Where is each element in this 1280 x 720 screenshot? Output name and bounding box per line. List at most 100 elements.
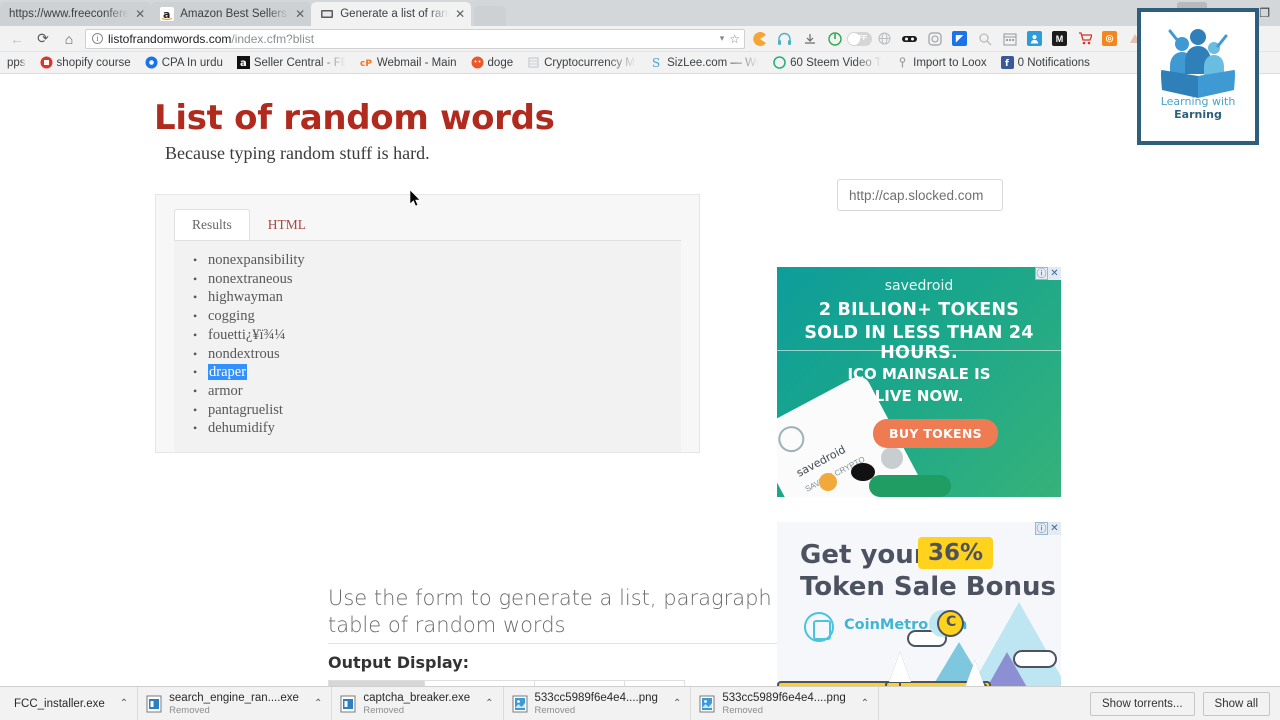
orange-ext-icon[interactable]: ◎: [1097, 28, 1122, 50]
cap-url-field[interactable]: http://cap.slocked.com: [837, 179, 1003, 211]
chevron-up-icon[interactable]: ⌃: [673, 698, 681, 709]
download-item[interactable]: search_engine_ran....exe Removed ⌃: [138, 686, 333, 720]
search-ext-icon[interactable]: [972, 28, 997, 50]
show-all-button[interactable]: Show all: [1202, 691, 1270, 716]
pacman-ext-icon[interactable]: [747, 28, 772, 50]
cpanel-icon: cP: [360, 56, 373, 69]
home-icon[interactable]: ⌂: [56, 28, 82, 50]
loox-icon: [896, 56, 909, 69]
tab-results[interactable]: Results: [174, 209, 250, 240]
bookmarks-bar: pps shopify course CPA In urdu a Seller …: [0, 52, 1280, 74]
tab-freeconference[interactable]: https://www.freeconfere ✕: [0, 2, 152, 26]
ad-coinmetro[interactable]: ⓘ ✕ ∿∿∿ Get your 36% T: [777, 522, 1061, 686]
close-icon[interactable]: ✕: [455, 8, 465, 20]
ad-info-icon[interactable]: ⓘ: [1035, 267, 1048, 280]
lwe-caption: Learning with Earning: [1141, 95, 1255, 121]
download-item[interactable]: 533cc5989f6e4e4....png Removed ⌃: [691, 686, 880, 720]
ad-brand: savedroid: [884, 278, 954, 294]
toggle-off-switch[interactable]: OFF: [847, 28, 872, 50]
chevron-up-icon[interactable]: ⌃: [485, 698, 493, 709]
tab-title: Generate a list of random: [340, 8, 449, 20]
results-tabs: Results HTML: [156, 195, 699, 240]
close-icon[interactable]: ✕: [295, 8, 305, 20]
headphones-ext-icon[interactable]: [772, 28, 797, 50]
bookmark-apps[interactable]: pps: [0, 53, 33, 73]
download-item[interactable]: captcha_breaker.exe Removed ⌃: [332, 686, 504, 720]
calendar-ext-icon[interactable]: [997, 28, 1022, 50]
download-text: 533cc5989f6e4e4....png Removed: [722, 692, 845, 716]
bookmark-star-icon[interactable]: ☆: [729, 32, 740, 46]
bookmark-sizlee[interactable]: S SizLee.com — Websit: [643, 53, 766, 73]
new-tab-button[interactable]: [474, 6, 507, 26]
bookmark-label: pps: [7, 56, 26, 69]
list-item[interactable]: nondextrous: [193, 345, 681, 364]
chevron-up-icon[interactable]: ⌃: [861, 698, 869, 709]
download-text: FCC_installer.exe: [14, 698, 105, 710]
close-icon[interactable]: ✕: [135, 8, 145, 20]
show-torrents-button[interactable]: Show torrents...: [1089, 691, 1195, 716]
ad-chip-yellow: [819, 473, 837, 491]
ad-close-icon[interactable]: ✕: [1048, 267, 1061, 280]
list-item[interactable]: pantagruelist: [193, 401, 681, 420]
bookmark-shopify-course[interactable]: shopify course: [33, 53, 138, 73]
browser-toolbar: ← ⟳ ⌂ i listofrandomwords.com/index.cfm?…: [0, 26, 1280, 52]
goggles-ext-icon[interactable]: [897, 28, 922, 50]
cart-ext-icon[interactable]: [1072, 28, 1097, 50]
globe-ext-icon[interactable]: [872, 28, 897, 50]
url-text: listofrandomwords.com/index.cfm?blist: [108, 32, 715, 46]
bookmark-cryptocurrency-market[interactable]: Cryptocurrency Mark: [520, 53, 643, 73]
back-icon[interactable]: ←: [4, 28, 30, 50]
tab-html[interactable]: HTML: [250, 209, 324, 240]
list-item[interactable]: nonexpansibility: [193, 251, 681, 270]
bookmark-doge[interactable]: doge: [464, 53, 521, 73]
ad-close-icon[interactable]: ✕: [1048, 522, 1061, 535]
gmail-ext-icon[interactable]: M: [1047, 28, 1072, 50]
chevron-up-icon[interactable]: ⌃: [314, 698, 322, 709]
list-item-selected[interactable]: draper: [193, 363, 681, 382]
shopify-icon: [40, 56, 53, 69]
bookmark-cpa-in-urdu[interactable]: CPA In urdu: [138, 53, 230, 73]
download-item[interactable]: 533cc5989f6e4e4....png Removed ⌃: [504, 686, 692, 720]
ad-savedroid[interactable]: ⓘ ✕ savedroid SAVE IN CRYPTO savedroid 2…: [777, 267, 1061, 497]
bookmark-import-to-loox[interactable]: Import to Loox: [889, 53, 994, 73]
contact-ext-icon[interactable]: [1022, 28, 1047, 50]
ad2-headline-1: Get your: [800, 540, 927, 570]
site-info-icon[interactable]: i: [92, 33, 103, 44]
list-item[interactable]: armor: [193, 382, 681, 401]
tab-amazon[interactable]: a Amazon Best Sellers: Be ✕: [151, 2, 312, 26]
bookmark-steem-tutorials[interactable]: 60 Steem Video Tutor: [766, 53, 889, 73]
blue-square-ext-icon[interactable]: ◤: [947, 28, 972, 50]
listofrandomwords-icon: [320, 7, 334, 21]
cloud-2: [1013, 650, 1057, 668]
mouse-cursor: [409, 189, 422, 208]
ad-info-icon[interactable]: ⓘ: [1035, 522, 1048, 535]
download-item[interactable]: FCC_installer.exe ⌃: [6, 686, 139, 720]
power-ext-icon[interactable]: [822, 28, 847, 50]
reload-icon[interactable]: ⟳: [30, 28, 56, 50]
list-item[interactable]: fouetti¿¥ï¾¼: [193, 326, 681, 345]
address-bar[interactable]: i listofrandomwords.com/index.cfm?blist …: [85, 28, 745, 49]
page-subtitle: Because typing random stuff is hard.: [165, 143, 430, 163]
chevron-up-icon[interactable]: ⌃: [120, 698, 128, 709]
learning-with-earning-widget[interactable]: Learning with Earning: [1137, 8, 1259, 145]
buy-tokens-button[interactable]: BUY TOKENS: [873, 419, 998, 448]
chevron-down-icon[interactable]: ▾: [720, 33, 725, 44]
lwe-logo-icon: [1141, 28, 1255, 100]
tab-listofrandomwords[interactable]: Generate a list of random ✕: [311, 2, 472, 26]
download-ext-icon[interactable]: [797, 28, 822, 50]
bookmark-notifications[interactable]: f 0 Notifications: [994, 53, 1097, 73]
word-text: nonexpansibility: [208, 252, 305, 268]
list-item[interactable]: dehumidify: [193, 419, 681, 438]
clock-ext-icon[interactable]: [922, 28, 947, 50]
list-item[interactable]: highwayman: [193, 288, 681, 307]
maximize-button[interactable]: ❐: [1259, 7, 1270, 19]
bookmark-seller-central[interactable]: a Seller Central - FBA In: [230, 53, 353, 73]
list-item[interactable]: cogging: [193, 307, 681, 326]
download-filename: FCC_installer.exe: [14, 697, 105, 710]
png-file-icon: [699, 695, 715, 713]
word-text: draper: [208, 364, 248, 381]
list-item[interactable]: nonextraneous: [193, 270, 681, 289]
bookmark-webmail-main[interactable]: cP Webmail - Main: [353, 53, 464, 73]
png-file-icon: [512, 695, 528, 713]
coin-icon: [937, 610, 964, 637]
